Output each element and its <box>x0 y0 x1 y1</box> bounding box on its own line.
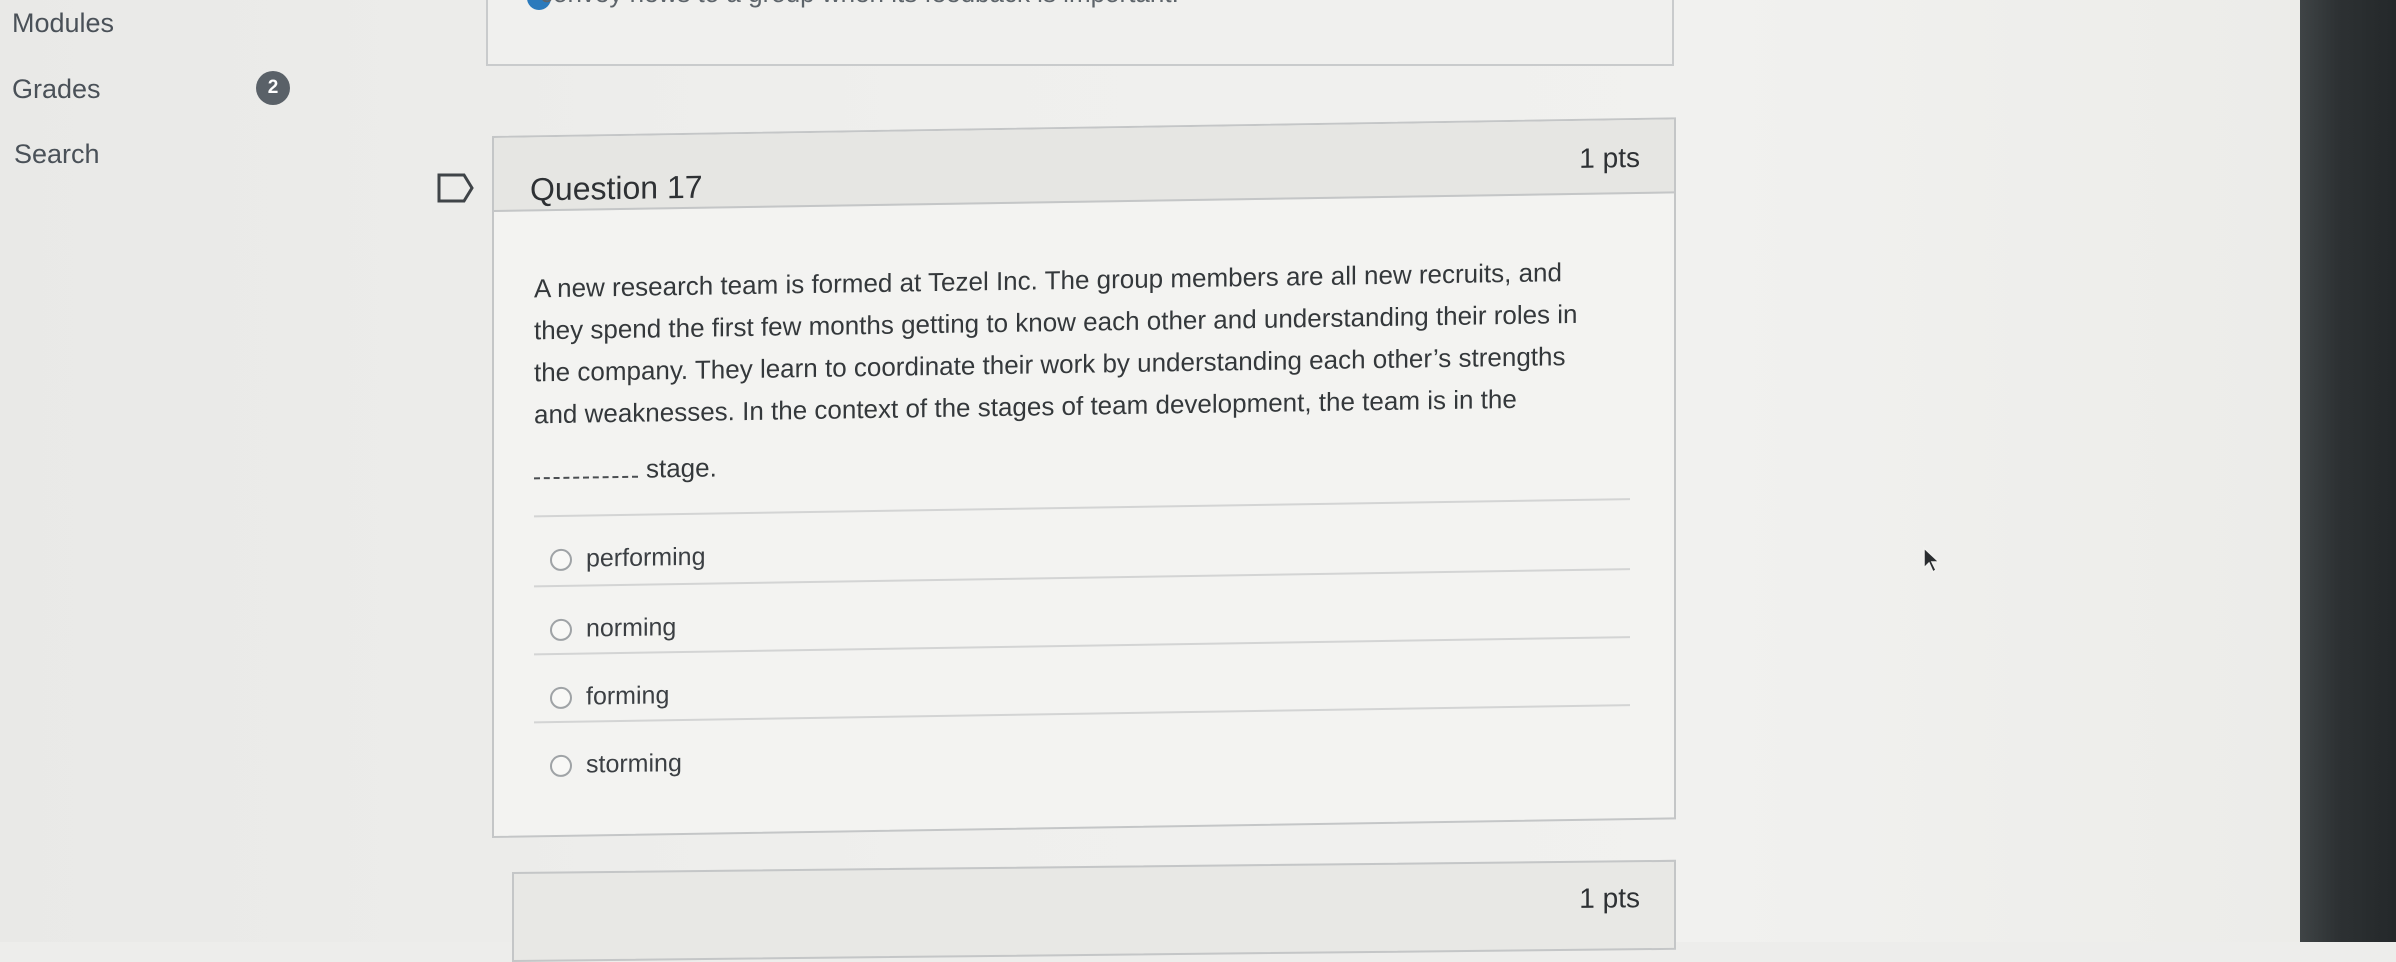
answer-divider <box>534 636 1630 656</box>
radio-button[interactable] <box>550 687 572 710</box>
question-card: Question 17 1 pts A new research team is… <box>492 117 1676 838</box>
question-header: Question 17 1 pts <box>494 119 1674 212</box>
fill-in-blank <box>534 475 638 480</box>
sidebar-item-search[interactable]: Search <box>14 139 100 170</box>
answer-divider <box>534 498 1630 518</box>
question-text: A new research team is formed at Tezel I… <box>534 250 1634 491</box>
radio-button[interactable] <box>550 549 572 572</box>
next-question-points: 1 pts <box>1579 882 1640 914</box>
question-points: 1 pts <box>1579 141 1640 174</box>
sidebar-item-modules[interactable]: Modules <box>12 8 114 39</box>
answer-divider <box>534 704 1630 724</box>
answer-label: forming <box>586 681 670 711</box>
previous-question-card <box>486 0 1674 66</box>
sidebar-item-grades[interactable]: Grades <box>12 74 101 105</box>
answer-option-performing[interactable]: performing <box>550 543 706 574</box>
radio-button[interactable] <box>550 755 572 778</box>
answer-label: performing <box>586 542 706 573</box>
question-blank-line: stage. <box>534 432 1634 491</box>
answer-label: storming <box>586 749 682 779</box>
flag-icon[interactable] <box>436 172 476 209</box>
next-question-card: 1 pts <box>512 859 1676 962</box>
answer-label: norming <box>586 613 677 643</box>
monitor-bezel <box>2300 0 2396 942</box>
grades-count-badge: 2 <box>256 71 290 105</box>
radio-button[interactable] <box>550 619 572 642</box>
answer-option-norming[interactable]: norming <box>550 613 676 644</box>
answer-option-storming[interactable]: storming <box>550 749 682 780</box>
blank-suffix: stage. <box>646 452 717 484</box>
question-title: Question 17 <box>530 168 703 208</box>
mouse-pointer-icon <box>1922 546 1944 579</box>
answer-option-forming[interactable]: forming <box>550 681 669 712</box>
previous-answer-text: convey news to a group when its feedback… <box>540 0 1179 9</box>
